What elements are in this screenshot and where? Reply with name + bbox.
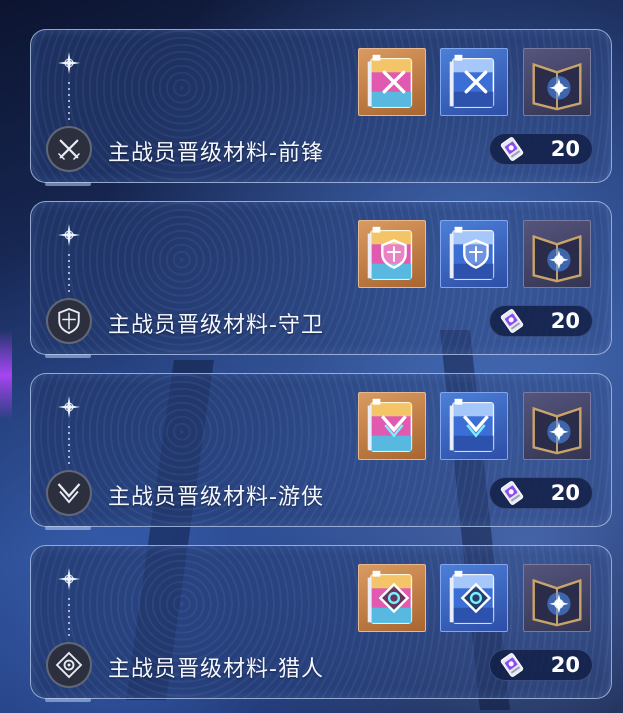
guard-manual-gold-icon[interactable] [358, 220, 426, 288]
sparkle-icon [58, 568, 80, 590]
target-reticle-icon [46, 642, 92, 688]
dotted-connector [68, 254, 70, 294]
ticket-icon [500, 653, 524, 677]
shield-icon [46, 298, 92, 344]
dotted-connector [68, 426, 70, 466]
hunter-manual-blue-icon[interactable] [440, 564, 508, 632]
sparkle-icon [58, 52, 80, 74]
material-card[interactable]: 主战员晋级材料-前锋 20 [30, 29, 612, 186]
ticket-icon [500, 309, 524, 333]
ranger-manual-blue-icon[interactable] [440, 392, 508, 460]
cost-badge: 20 [489, 477, 593, 509]
vanguard-manual-gold-icon[interactable] [358, 48, 426, 116]
dotted-connector [68, 82, 70, 122]
cost-badge: 20 [489, 305, 593, 337]
material-title: 主战员晋级材料-游侠 [108, 485, 324, 510]
material-title: 主战员晋级材料-猎人 [108, 657, 324, 682]
vanguard-manual-blue-icon[interactable] [440, 48, 508, 116]
guard-manual-blue-icon[interactable] [440, 220, 508, 288]
sparkle-icon [58, 224, 80, 246]
material-title: 主战员晋级材料-前锋 [108, 141, 324, 166]
sparkle-icon [58, 396, 80, 418]
background-streak [0, 330, 12, 420]
cost-value: 20 [550, 137, 580, 161]
ticket-icon [500, 481, 524, 505]
star-tome-icon[interactable] [523, 564, 591, 632]
ticket-icon [500, 137, 524, 161]
star-tome-icon[interactable] [523, 48, 591, 116]
star-tome-icon[interactable] [523, 392, 591, 460]
material-card[interactable]: 主战员晋级材料-守卫 20 [30, 201, 612, 358]
ranger-manual-gold-icon[interactable] [358, 392, 426, 460]
cost-badge: 20 [489, 133, 593, 165]
cost-badge: 20 [489, 649, 593, 681]
material-title: 主战员晋级材料-守卫 [108, 313, 324, 338]
crossed-swords-icon [46, 126, 92, 172]
ranger-blades-icon [46, 470, 92, 516]
star-tome-icon[interactable] [523, 220, 591, 288]
cost-value: 20 [550, 309, 580, 333]
hunter-manual-gold-icon[interactable] [358, 564, 426, 632]
material-card[interactable]: 主战员晋级材料-游侠 20 [30, 373, 612, 530]
dotted-connector [68, 598, 70, 638]
cost-value: 20 [550, 653, 580, 677]
material-card[interactable]: 主战员晋级材料-猎人 20 [30, 545, 612, 702]
cost-value: 20 [550, 481, 580, 505]
